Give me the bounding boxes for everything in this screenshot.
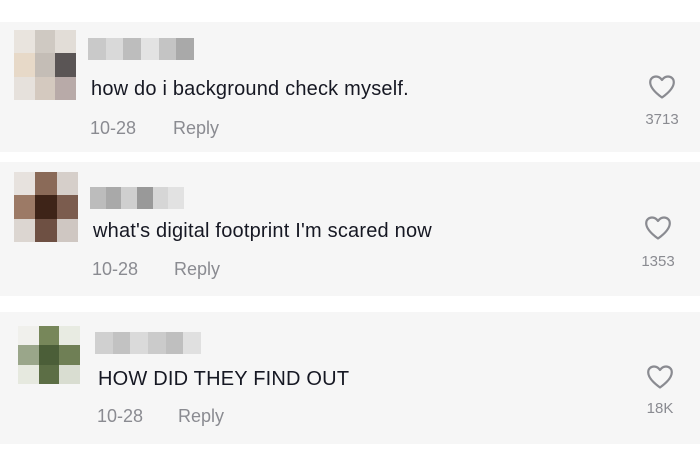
avatar-pixel bbox=[35, 172, 57, 196]
username-pixel bbox=[105, 187, 122, 209]
username-pixel bbox=[95, 332, 113, 354]
username-pixel bbox=[165, 332, 184, 354]
username-pixel bbox=[121, 187, 138, 209]
avatar-pixel bbox=[56, 195, 78, 219]
comment-date: 10-28 bbox=[92, 259, 139, 279]
avatar-pixel bbox=[55, 30, 76, 54]
username-pixel bbox=[123, 38, 142, 60]
avatar-pixel bbox=[34, 76, 56, 100]
avatar-pixel bbox=[14, 53, 35, 77]
comment-item: what's digital footprint I'm scared now … bbox=[0, 162, 700, 296]
like-count: 1353 bbox=[641, 253, 675, 270]
username-pixel bbox=[148, 332, 166, 354]
heart-outline-icon[interactable] bbox=[648, 74, 676, 100]
avatar-pixel bbox=[38, 364, 60, 384]
reply-button[interactable]: Reply bbox=[173, 118, 219, 139]
username-pixel bbox=[183, 332, 202, 354]
avatar-pixel bbox=[38, 345, 60, 365]
like-count: 3713 bbox=[645, 111, 679, 128]
avatar-pixel bbox=[55, 53, 76, 77]
comment-text: what's digital footprint I'm scared now bbox=[93, 220, 432, 242]
comment-text: how do i background check myself. bbox=[91, 78, 409, 100]
avatar-pixel bbox=[34, 30, 56, 54]
avatar-pixel bbox=[55, 76, 76, 100]
username-pixel bbox=[90, 187, 106, 209]
avatar-pixel bbox=[18, 326, 39, 346]
avatar-pixel bbox=[14, 76, 35, 100]
comment-date: 10-28 bbox=[97, 406, 144, 426]
avatar-pixel bbox=[35, 218, 57, 242]
avatar[interactable] bbox=[14, 172, 78, 242]
avatar-pixel bbox=[35, 195, 57, 219]
reply-button[interactable]: Reply bbox=[174, 259, 220, 280]
avatar-pixel bbox=[56, 172, 78, 196]
username-pixel bbox=[130, 332, 149, 354]
avatar[interactable] bbox=[14, 30, 76, 100]
username-pixel bbox=[141, 38, 159, 60]
comment-date: 10-28 bbox=[90, 118, 137, 138]
reply-button[interactable]: Reply bbox=[178, 406, 224, 427]
avatar-pixel bbox=[59, 364, 80, 384]
avatar-pixel bbox=[14, 195, 36, 219]
username-pixel bbox=[158, 38, 177, 60]
username[interactable] bbox=[88, 38, 195, 60]
avatar-pixel bbox=[18, 345, 39, 365]
username[interactable] bbox=[95, 332, 202, 354]
comment-item: how do i background check myself. 10-28 … bbox=[0, 22, 700, 152]
avatar-pixel bbox=[14, 30, 35, 54]
avatar[interactable] bbox=[18, 326, 80, 384]
avatar-pixel bbox=[56, 218, 78, 242]
username-pixel bbox=[112, 332, 131, 354]
heart-outline-icon[interactable] bbox=[644, 215, 672, 241]
avatar-pixel bbox=[59, 345, 80, 365]
avatar-pixel bbox=[14, 218, 36, 242]
username[interactable] bbox=[90, 187, 185, 209]
comment-text: HOW DID THEY FIND OUT bbox=[98, 368, 350, 390]
avatar-pixel bbox=[38, 326, 60, 346]
avatar-pixel bbox=[14, 172, 36, 196]
avatar-pixel bbox=[59, 326, 80, 346]
username-pixel bbox=[137, 187, 153, 209]
avatar-pixel bbox=[34, 53, 56, 77]
avatar-pixel bbox=[18, 364, 39, 384]
username-pixel bbox=[88, 38, 106, 60]
comment-item: HOW DID THEY FIND OUT 10-28 Reply 18K bbox=[0, 312, 700, 444]
username-pixel bbox=[105, 38, 124, 60]
like-count: 18K bbox=[646, 400, 674, 417]
username-pixel bbox=[152, 187, 169, 209]
username-pixel bbox=[168, 187, 185, 209]
username-pixel bbox=[176, 38, 195, 60]
heart-outline-icon[interactable] bbox=[646, 364, 674, 390]
